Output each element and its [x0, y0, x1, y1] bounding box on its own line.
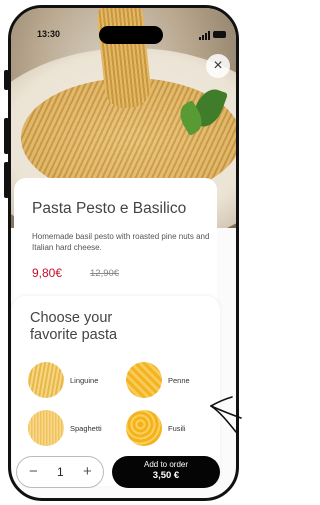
quantity-stepper[interactable]: − 1 +	[16, 456, 104, 488]
decrement-button[interactable]: −	[29, 463, 38, 480]
close-button[interactable]: ×	[206, 54, 230, 78]
option-linguine[interactable]: Linguine	[28, 362, 98, 398]
dynamic-island	[99, 26, 163, 44]
option-penne[interactable]: Penne	[126, 362, 190, 398]
option-label: Linguine	[70, 375, 99, 385]
linguine-photo	[28, 362, 64, 398]
signal-icon	[199, 31, 210, 40]
status-time: 13:30	[37, 29, 61, 39]
increment-button[interactable]: +	[83, 463, 92, 480]
battery-icon	[213, 31, 226, 38]
add-button-label: Add to order	[143, 460, 189, 469]
option-spaghetti[interactable]: Spaghetti	[28, 410, 102, 446]
product-info-card: Pasta Pesto e Basilico Homemade basil pe…	[14, 178, 217, 306]
quantity-value: 1	[57, 465, 64, 479]
spaghetti-photo	[28, 410, 64, 446]
status-bar: 13:30	[11, 26, 236, 46]
fusili-photo	[126, 410, 162, 446]
product-title: Pasta Pesto e Basilico	[32, 200, 187, 217]
penne-photo	[126, 362, 162, 398]
option-fusili[interactable]: Fusili	[126, 410, 186, 446]
product-old-price: 12,90€	[90, 268, 120, 279]
add-button-price: 3,50 €	[152, 470, 180, 481]
chooser-title: Choose your favorite pasta	[30, 310, 118, 343]
close-icon: ×	[213, 57, 223, 74]
product-description: Homemade basil pesto with roasted pine n…	[32, 232, 210, 252]
option-label: Penne	[168, 375, 190, 385]
option-label: Spaghetti	[70, 423, 102, 433]
product-price: 9,80€	[32, 266, 63, 280]
option-label: Fusili	[168, 423, 186, 433]
hand-drawn-arrow-icon	[210, 396, 242, 433]
add-to-order-button[interactable]: Add to order 3,50 €	[112, 456, 220, 488]
